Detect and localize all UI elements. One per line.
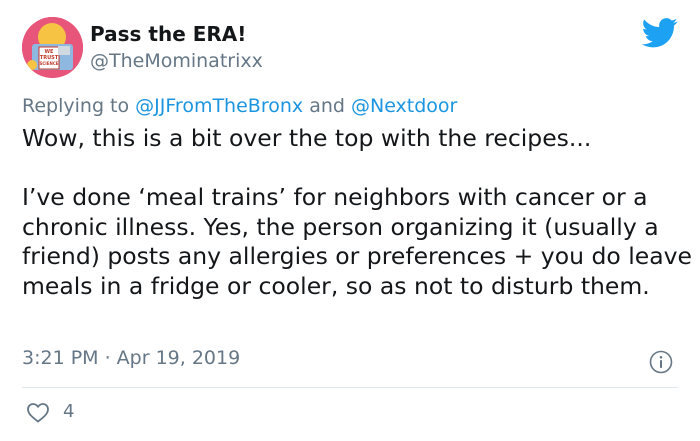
tweet-text: Wow, this is a bit over the top with the… [22, 124, 692, 301]
like-count: 4 [63, 401, 75, 422]
replying-to: Replying to @JJFromTheBronx and @Nextdoo… [22, 95, 457, 117]
mention-nextdoor[interactable]: @Nextdoor [351, 95, 457, 117]
tweet-paragraph-1: Wow, this is a bit over the top with the… [22, 124, 592, 152]
avatar-image: WE TRUST SCIENCE [22, 17, 83, 78]
tweet-timestamp[interactable]: 3:21 PM · Apr 19, 2019 [22, 347, 240, 369]
author-display-name[interactable]: Pass the ERA! [90, 22, 246, 46]
divider [22, 387, 678, 388]
replying-conjunction: and [309, 95, 345, 117]
avatar[interactable]: WE TRUST SCIENCE [22, 17, 83, 78]
replying-prefix: Replying to [22, 95, 130, 117]
author-handle[interactable]: @TheMominatrixx [90, 50, 263, 72]
svg-text:SCIENCE: SCIENCE [39, 61, 58, 66]
heart-icon[interactable] [26, 401, 50, 423]
tweet-card: WE TRUST SCIENCE Pass the ERA! @TheMomin… [0, 0, 700, 441]
twitter-bird-icon[interactable] [642, 18, 678, 48]
info-icon[interactable] [649, 350, 673, 374]
mention-jjfromthebronx[interactable]: @JJFromTheBronx [135, 95, 303, 117]
tweet-paragraph-2: I’ve done ‘meal trains’ for neighbors wi… [22, 183, 692, 300]
